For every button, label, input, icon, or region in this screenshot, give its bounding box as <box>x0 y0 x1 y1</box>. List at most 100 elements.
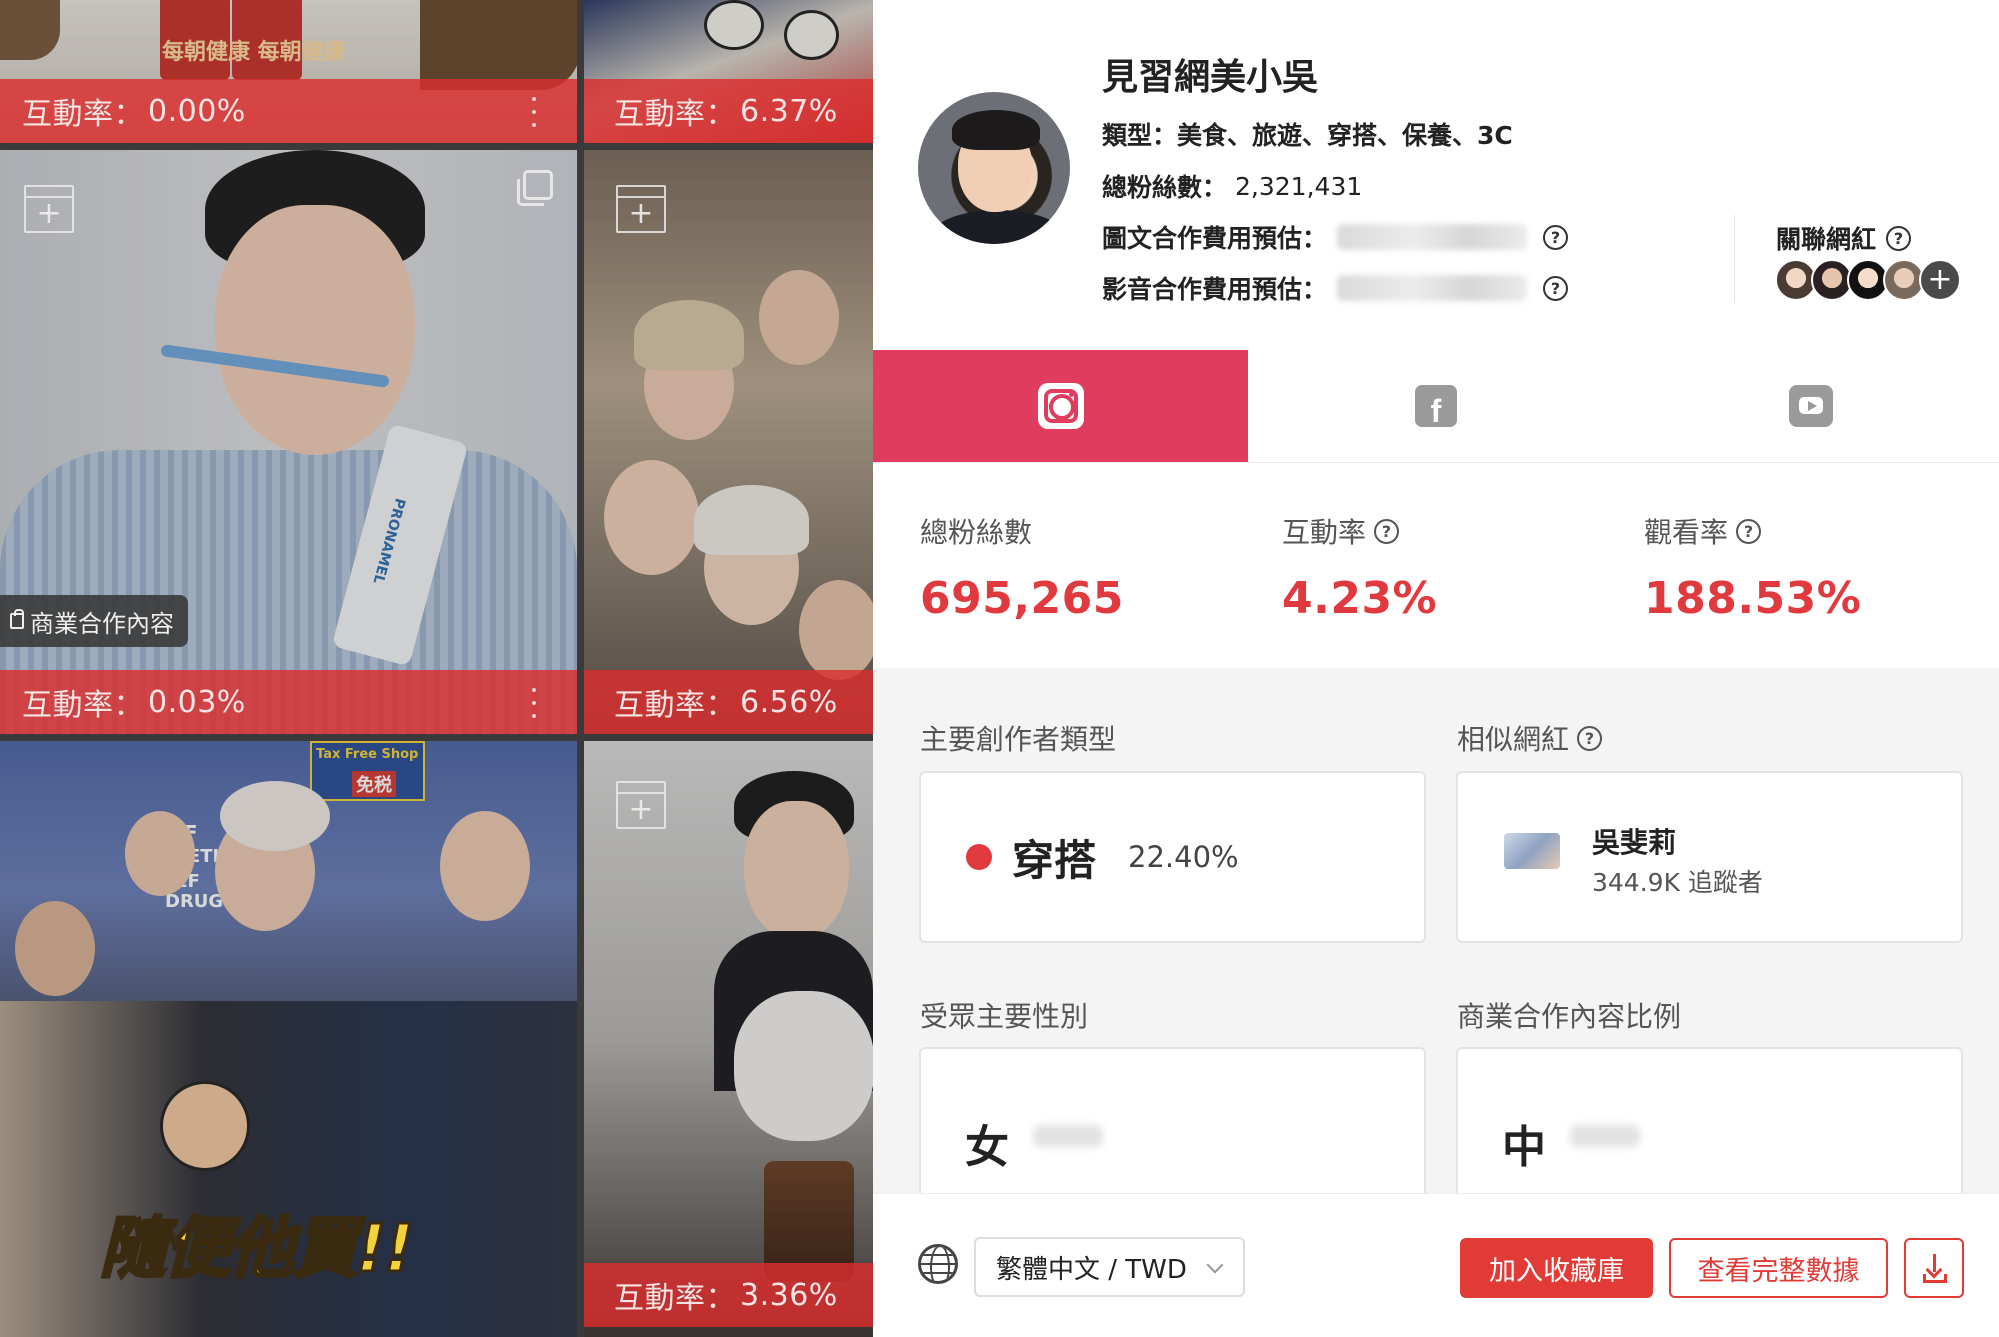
platform-tabs: f <box>873 350 1999 463</box>
language-currency-value: 繁體中文 / TWD <box>996 1254 1187 1285</box>
engagement-rate-label: 互動率： <box>614 688 736 723</box>
tab-youtube[interactable] <box>1623 350 1999 462</box>
related-influencers-label: 關聯網紅 <box>1776 225 1877 254</box>
engagement-rate-value: 0.03% <box>148 684 246 720</box>
post-tile[interactable]: + 互動率： 6.56% <box>584 150 873 734</box>
stat-value: 188.53% <box>1644 573 1862 624</box>
similar-influencer-avatar <box>1504 833 1560 869</box>
help-icon[interactable]: ? <box>1736 518 1762 544</box>
total-followers-line: 總粉絲數： 2,321,431 <box>1102 168 1362 204</box>
image-dim <box>584 741 873 1337</box>
blurred-value <box>1570 1125 1640 1147</box>
profile-header: 見習網美小吳 類型： 美食、旅遊、穿搭、保養、3C 總粉絲數： 2,321,43… <box>873 0 1999 350</box>
engagement-rate-label: 互動率： <box>614 1281 736 1316</box>
more-related-plus-icon[interactable]: + <box>1919 259 1961 301</box>
multiple-images-icon <box>517 170 553 206</box>
engagement-rate-label: 互動率： <box>22 688 144 723</box>
sponsored-ratio-value: 中 <box>1502 1122 1546 1173</box>
help-icon[interactable]: ? <box>1543 224 1569 250</box>
engagement-rate-value: 3.36% <box>740 1277 838 1313</box>
influencer-panel: 見習網美小吳 類型： 美食、旅遊、穿搭、保養、3C 總粉絲數： 2,321,43… <box>873 0 1999 1337</box>
download-button[interactable] <box>1904 1238 1964 1298</box>
shopping-bag-icon <box>10 609 24 629</box>
post-fee-value-blurred <box>1337 224 1528 250</box>
add-to-collection-icon[interactable]: + <box>616 781 666 829</box>
stat-label: 總粉絲數 <box>920 516 1033 549</box>
tab-instagram[interactable] <box>873 350 1249 462</box>
sponsored-content-label: 商業合作內容 <box>30 609 174 638</box>
influencer-name: 見習網美小吳 <box>1102 57 1319 98</box>
total-followers-value: 2,321,431 <box>1235 171 1363 201</box>
sponsored-ratio-title: 商業合作內容比例 <box>1457 1000 1682 1033</box>
creator-type-title: 主要創作者類型 <box>920 723 1117 756</box>
help-icon[interactable]: ? <box>1886 225 1912 251</box>
engagement-rate-value: 0.00% <box>148 93 246 129</box>
download-tray-icon <box>1923 1274 1947 1283</box>
language-currency-select[interactable]: 繁體中文 / TWD <box>974 1237 1245 1297</box>
similar-influencers-title: 相似網紅 ? <box>1457 718 1603 758</box>
post-gallery: 每朝健康 每朝健康 互動率： 0.00% 互動率： 6.37% PRONAMEL… <box>0 0 873 1337</box>
audience-gender-title: 受眾主要性別 <box>920 1000 1089 1033</box>
stats-row: 總粉絲數 695,265 互動率 ? 4.23% 觀看率 ? 188.53% <box>873 463 1999 668</box>
creator-type-percent: 22.40% <box>1128 840 1239 874</box>
engagement-rate-value: 6.56% <box>740 684 838 720</box>
video-fee-line: 影音合作費用預估： ? <box>1102 270 1569 306</box>
youtube-icon <box>1789 385 1834 427</box>
stat-engagement: 互動率 ? 4.23% <box>1282 511 1437 624</box>
post-fee-label: 圖文合作費用預估： <box>1102 224 1328 253</box>
stat-view-rate: 觀看率 ? 188.53% <box>1644 511 1861 624</box>
audience-gender-card: 女 <box>919 1047 1426 1193</box>
engagement-rate-label: 互動率： <box>22 97 144 132</box>
engagement-rate-bar: 互動率： 0.03% <box>0 670 577 734</box>
category-dot <box>966 844 992 870</box>
category-label: 類型： <box>1102 121 1178 150</box>
related-influencers-avatars: + <box>1775 259 1961 303</box>
creator-type-name: 穿搭 <box>1012 835 1097 885</box>
category-value: 美食、旅遊、穿搭、保養、3C <box>1177 121 1513 150</box>
avatar-shirt <box>928 210 1068 244</box>
similar-influencer-followers: 344.9K 追蹤者 <box>1592 868 1763 897</box>
help-icon[interactable]: ? <box>1543 275 1569 301</box>
video-caption-text: 隨便他買!! <box>98 1209 415 1289</box>
post-tile[interactable]: 互動率： 6.37% <box>584 0 873 143</box>
add-to-collection-button[interactable]: 加入收藏庫 <box>1460 1238 1653 1298</box>
post-tile[interactable]: + 互動率： 3.36% <box>584 741 873 1337</box>
instagram-icon <box>1037 383 1084 429</box>
add-to-collection-icon[interactable]: + <box>24 185 74 233</box>
avatar-hair <box>952 110 1040 150</box>
similar-influencer-card[interactable]: 吳斐莉 344.9K 追蹤者 <box>1456 771 1963 943</box>
post-fee-line: 圖文合作費用預估： ? <box>1102 219 1569 255</box>
view-full-data-button[interactable]: 查看完整數據 <box>1669 1238 1888 1298</box>
similar-influencer-name: 吳斐莉 <box>1592 826 1677 859</box>
more-options-icon[interactable] <box>531 97 537 127</box>
stat-followers: 總粉絲數 695,265 <box>920 511 1124 624</box>
more-options-icon[interactable] <box>531 688 537 718</box>
engagement-rate-label: 互動率： <box>614 97 736 132</box>
chevron-down-icon <box>1206 1256 1224 1274</box>
help-icon[interactable]: ? <box>1374 518 1400 544</box>
audience-gender-value: 女 <box>965 1122 1009 1173</box>
add-to-collection-icon[interactable]: + <box>616 185 666 233</box>
category-line: 類型： 美食、旅遊、穿搭、保養、3C <box>1102 116 1513 152</box>
avatar[interactable] <box>918 92 1070 244</box>
sponsored-ratio-card: 中 <box>1456 1047 1963 1193</box>
engagement-rate-bar: 互動率： 6.56% <box>584 670 873 734</box>
engagement-rate-bar: 互動率： 0.00% <box>0 79 577 143</box>
engagement-rate-bar: 互動率： 6.37% <box>584 79 873 143</box>
divider <box>1734 215 1735 303</box>
stat-label: 觀看率 ? <box>1644 511 1861 551</box>
globe-icon <box>918 1244 958 1284</box>
blurred-value <box>1033 1125 1103 1147</box>
stat-label: 互動率 ? <box>1282 511 1437 551</box>
tab-facebook[interactable]: f <box>1248 350 1624 462</box>
engagement-rate-value: 6.37% <box>740 93 838 129</box>
insights-section: 主要創作者類型 相似網紅 ? 穿搭 22.40% 吳斐莉 344.9K 追蹤者 … <box>873 668 1999 1193</box>
facebook-icon: f <box>1414 385 1457 427</box>
post-tile[interactable]: 每朝健康 每朝健康 互動率： 0.00% <box>0 0 577 143</box>
footer-bar: 繁體中文 / TWD 加入收藏庫 查看完整數據 <box>873 1193 1999 1337</box>
stat-value: 4.23% <box>1282 573 1438 624</box>
creator-type-card: 穿搭 22.40% <box>919 771 1426 943</box>
video-fee-value-blurred <box>1337 275 1528 301</box>
image-dim <box>584 150 873 734</box>
help-icon[interactable]: ? <box>1577 725 1603 751</box>
